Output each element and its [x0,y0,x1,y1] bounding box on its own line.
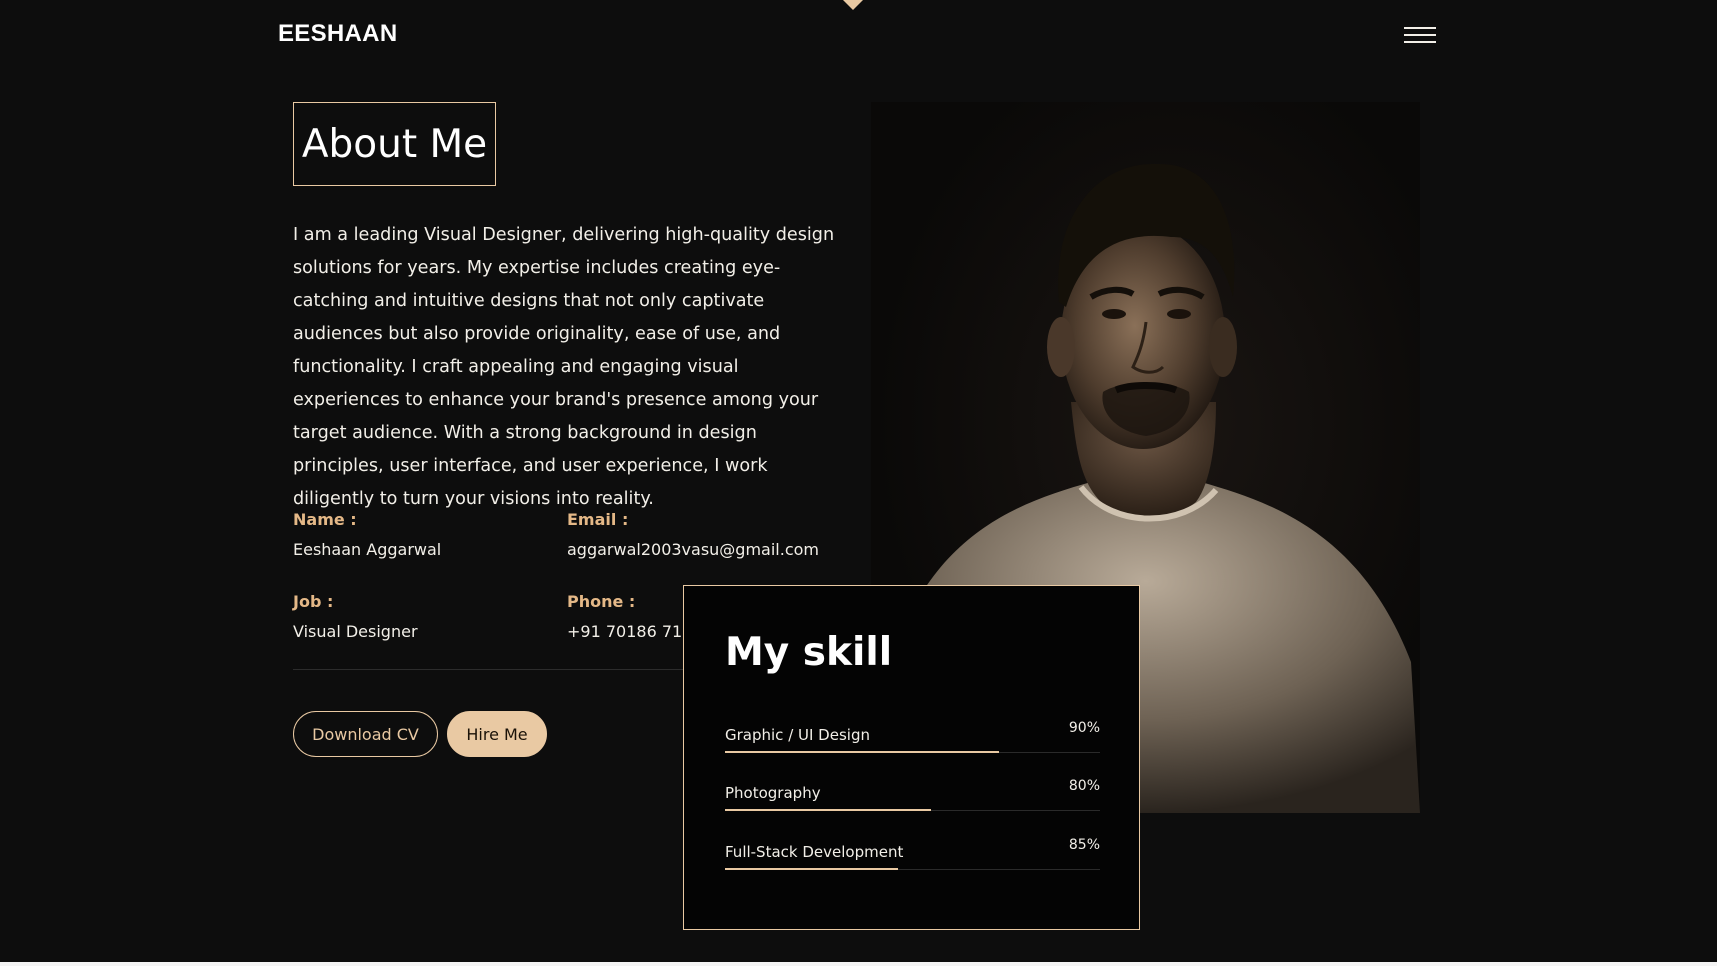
menu-line [1404,34,1436,36]
skill-row: Graphic / UI Design 90% [725,716,1100,756]
skill-name: Full-Stack Development [725,843,904,861]
info-divider [293,669,713,670]
skill-percent: 85% [1068,837,1100,853]
email-value[interactable]: aggarwal2003vasu@gmail.com [567,540,819,559]
job-label: Job : [293,592,334,611]
skill-name: Graphic / UI Design [725,726,870,744]
download-cv-button[interactable]: Download CV [293,711,438,757]
hamburger-menu-icon[interactable] [1404,26,1436,46]
scroll-indicator-caret-icon [843,0,863,10]
info-job: Job : Visual Designer [293,592,418,641]
skill-progress-fill [725,868,898,870]
site-logo[interactable]: EESHAAN [278,20,397,48]
name-label: Name : [293,510,357,529]
skill-row: Photography 80% [725,774,1100,814]
page-bottom-edge [0,962,1717,966]
about-heading-box: About Me [293,102,496,186]
about-title: About Me [301,121,488,167]
email-label: Email : [567,510,629,529]
info-name: Name : Eeshaan Aggarwal [293,510,441,559]
skill-name: Photography [725,784,821,802]
about-paragraph: I am a leading Visual Designer, deliveri… [293,225,835,509]
menu-line [1404,41,1436,43]
skill-progress-fill [725,809,932,811]
skill-progress-track [725,868,1100,870]
info-email: Email : aggarwal2003vasu@gmail.com [567,510,819,559]
skill-progress-fill [725,751,999,753]
skill-progress-track [725,809,1100,811]
skills-title: My skill [725,630,893,675]
hire-me-button[interactable]: Hire Me [447,711,547,757]
skill-percent: 80% [1068,778,1100,794]
skill-row: Full-Stack Development 85% [725,833,1100,873]
job-value: Visual Designer [293,622,418,641]
name-value: Eeshaan Aggarwal [293,540,442,559]
menu-line [1404,27,1436,29]
skills-card: My skill Graphic / UI Design 90% Photogr… [683,585,1140,930]
skill-progress-track [725,751,1100,753]
skill-percent: 90% [1068,720,1100,736]
